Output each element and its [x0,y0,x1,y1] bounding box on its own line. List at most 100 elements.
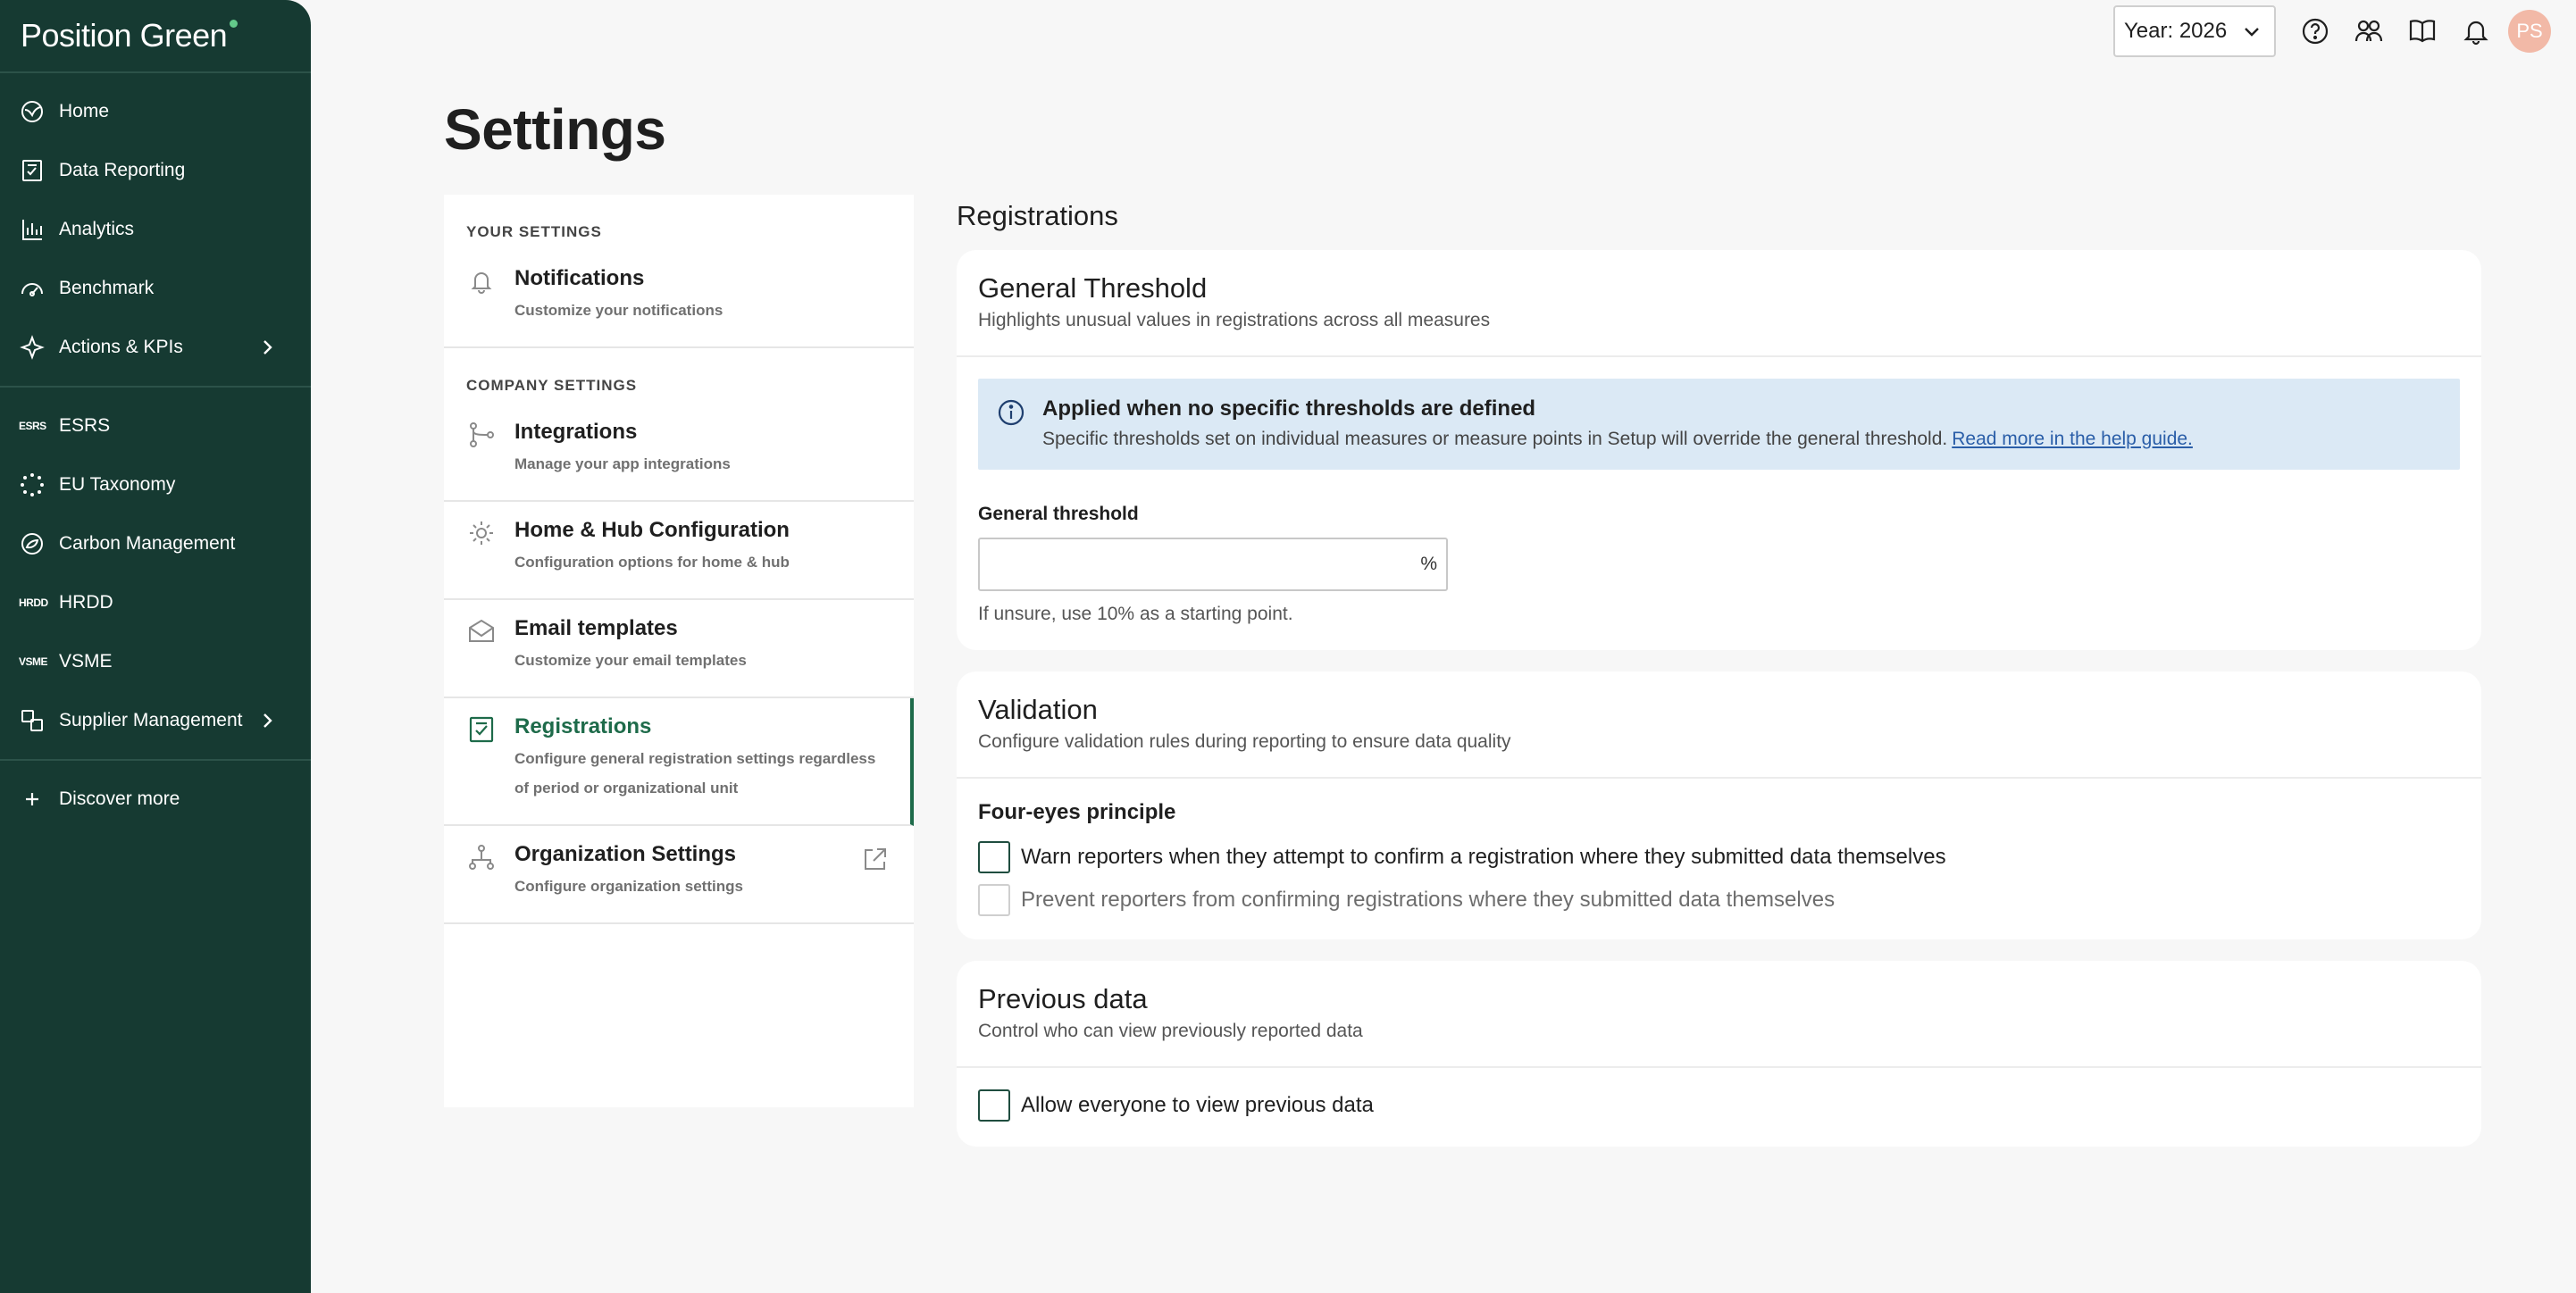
registrations-panel: Registrations General Threshold Highligh… [957,195,2481,1147]
threshold-input[interactable] [980,539,1446,589]
card-body: Allow everyone to view previous data [957,1068,2481,1147]
external-link-icon[interactable] [862,846,889,872]
help-guide-link[interactable]: Read more in the help guide. [1952,429,2193,449]
threshold-field: % [978,538,1448,591]
settings-item-title: Organization Settings [514,842,737,866]
settings-item-subtitle: Configure organization settings [514,878,743,895]
help-icon [2302,18,2329,45]
sidebar-item-home[interactable]: Home [0,82,311,141]
sidebar-item-label: Data Reporting [59,160,186,180]
settings-item-title: Notifications [514,266,645,290]
card-title: General Threshold [978,272,1208,304]
settings-item-integrations[interactable]: Integrations Manage your app integration… [444,413,914,502]
registrations-icon [466,714,497,745]
sidebar-item-actions-kpis[interactable]: Actions & KPIs [0,318,311,377]
bell-icon [466,266,497,296]
settings-item-home-hub[interactable]: Home & Hub Configuration Configuration o… [444,502,914,600]
nav-group-modules: ESRS ESRS EU Taxonomy Carbon Management … [0,388,311,761]
chevron-down-icon [2245,28,2259,37]
nav-group-main: Home Data Reporting Analytics Benchmark … [0,73,311,388]
year-select[interactable]: Year: 2026 [2113,5,2276,57]
community-icon [2354,20,2383,42]
sidebar-item-label: HRDD [59,592,113,613]
card-subtitle: Configure validation rules during report… [978,731,1511,752]
allow-previous-data-label: Allow everyone to view previous data [1021,1093,1374,1117]
book-icon [2409,20,2436,43]
carbon-icon [19,530,46,557]
sidebar-item-benchmark[interactable]: Benchmark [0,259,311,318]
settings-item-notifications[interactable]: Notifications Customize your notificatio… [444,259,914,348]
gear-icon [466,518,497,548]
settings-item-subtitle: Configuration options for home & hub [514,554,790,571]
sidebar-item-analytics[interactable]: Analytics [0,200,311,259]
sidebar-item-supplier-management[interactable]: Supplier Management [0,691,311,750]
sidebar-item-carbon-management[interactable]: Carbon Management [0,514,311,573]
guide-button[interactable] [2396,4,2449,58]
sidebar-item-data-reporting[interactable]: Data Reporting [0,141,311,200]
settings-item-organization[interactable]: Organization Settings Configure organiza… [444,826,914,924]
esrs-icon: ESRS [19,420,46,432]
chevron-right-icon[interactable] [257,711,277,730]
sidebar-item-label: ESRS [59,415,111,436]
settings-menu: YOUR SETTINGS Notifications Customize yo… [444,195,914,1107]
validation-card: Validation Configure validation rules du… [957,672,2481,939]
card-title: Previous data [978,983,1148,1014]
settings-item-subtitle: Customize your notifications [514,302,723,319]
four-eyes-heading: Four-eyes principle [978,800,1176,824]
sidebar-item-label: Carbon Management [59,533,236,554]
previous-data-card: Previous data Control who can view previ… [957,961,2481,1147]
bell-icon [2463,21,2488,46]
warn-reporters-checkbox[interactable] [978,841,1010,873]
prevent-reporters-label: Prevent reporters from confirming regist… [1021,888,1836,912]
chevron-right-icon[interactable] [257,338,277,357]
warn-reporters-label: Warn reporters when they attempt to conf… [1021,845,1946,869]
sidebar-item-label: Discover more [59,788,180,809]
settings-item-title: Home & Hub Configuration [514,518,790,542]
allow-previous-data-checkbox[interactable] [978,1089,1010,1122]
vsme-icon: VSME [19,655,48,668]
card-header: Previous data Control who can view previ… [957,961,2481,1068]
prevent-reporters-option: Prevent reporters from confirming regist… [978,879,2460,922]
hrdd-icon: HRDD [19,596,48,609]
card-subtitle: Highlights unusual values in registratio… [978,310,1491,330]
sidebar-item-discover-more[interactable]: Discover more [0,770,311,829]
info-icon [998,399,1025,426]
community-button[interactable] [2342,4,2396,58]
sidebar-item-label: VSME [59,651,113,672]
sidebar: Position Green Home Data Reporting Analy… [0,0,311,1293]
card-header: General Threshold Highlights unusual val… [957,250,2481,357]
settings-item-registrations[interactable]: Registrations Configure general registra… [444,698,914,826]
warn-reporters-option[interactable]: Warn reporters when they attempt to conf… [978,836,2460,879]
info-text: Specific thresholds set on individual me… [1042,425,2193,454]
card-title: Validation [978,694,1098,725]
allow-previous-data-option[interactable]: Allow everyone to view previous data [978,1084,2460,1127]
sidebar-item-vsme[interactable]: VSME VSME [0,632,311,691]
logo[interactable]: Position Green [0,0,311,73]
threshold-field-label: General threshold [978,504,1139,524]
logo-text: Position Green [21,17,228,54]
sidebar-item-esrs[interactable]: ESRS ESRS [0,396,311,455]
notifications-button[interactable] [2449,4,2503,58]
help-button[interactable] [2288,4,2342,58]
avatar[interactable]: PS [2508,10,2551,53]
nav-group-discover: Discover more [0,761,311,838]
card-body: Four-eyes principle Warn reporters when … [957,779,2481,939]
sidebar-item-eu-taxonomy[interactable]: EU Taxonomy [0,455,311,514]
logo-dot-icon [230,19,238,28]
threshold-hint: If unsure, use 10% as a starting point. [978,604,1293,624]
content-heading: Registrations [957,200,1118,231]
percent-suffix: % [1420,554,1437,574]
settings-item-email-templates[interactable]: Email templates Customize your email tem… [444,600,914,698]
sidebar-item-label: Actions & KPIs [59,337,183,357]
card-body: Applied when no specific thresholds are … [957,357,2481,650]
eu-taxonomy-icon [19,471,46,498]
info-body: Specific thresholds set on individual me… [1042,429,1948,449]
settings-item-title: Email templates [514,616,678,640]
settings-item-title: Registrations [514,714,652,738]
sidebar-item-hrdd[interactable]: HRDD HRDD [0,573,311,632]
settings-item-subtitle-line1: Configure general registration settings … [514,750,876,767]
organization-icon [466,842,497,872]
settings-item-subtitle: Manage your app integrations [514,455,731,472]
settings-item-subtitle: Configure general registration settings … [514,744,888,803]
settings-item-title: Integrations [514,420,638,444]
